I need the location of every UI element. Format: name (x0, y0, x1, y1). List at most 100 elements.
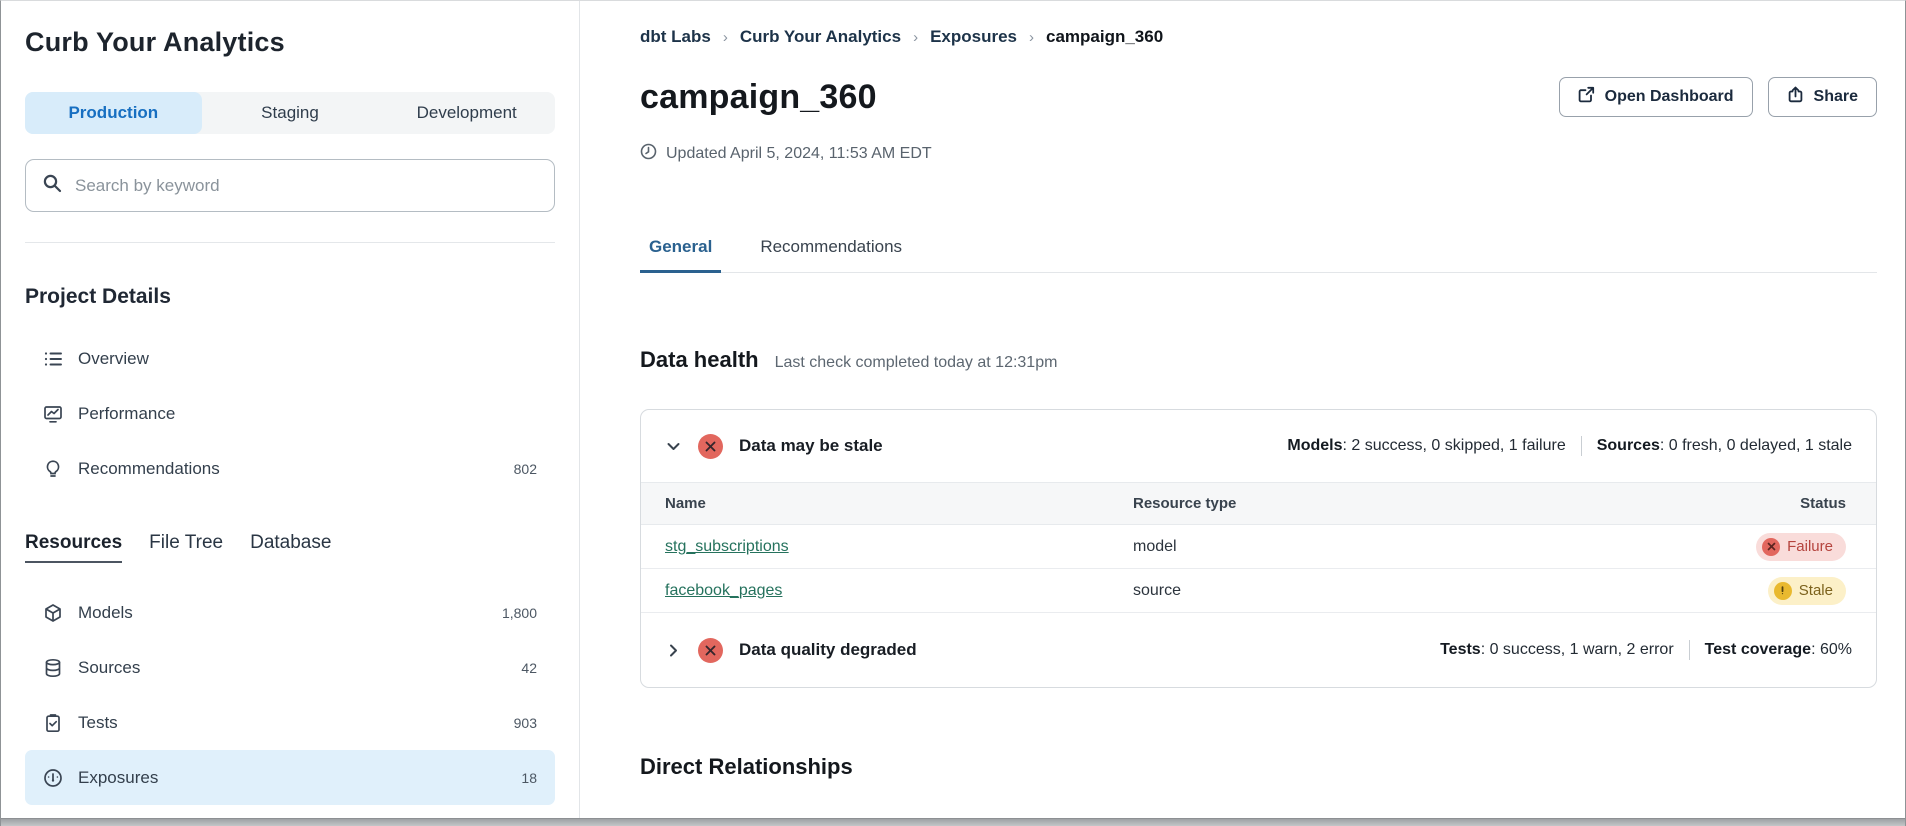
table-row: facebook_pages source Stale (641, 569, 1876, 613)
env-tab-staging[interactable]: Staging (202, 92, 379, 134)
summary-divider (1581, 436, 1582, 456)
env-tab-production[interactable]: Production (25, 92, 202, 134)
resource-link-stg-subscriptions[interactable]: stg_subscriptions (665, 538, 789, 555)
stale-resources-table: Name Resource type Status stg_subscripti… (641, 482, 1876, 613)
sidebar-divider (25, 242, 555, 243)
chevron-right-icon[interactable] (665, 642, 682, 659)
external-link-icon (1578, 86, 1595, 108)
status-label: Failure (1787, 538, 1833, 555)
database-icon (43, 658, 63, 678)
data-health-heading: Data health (640, 347, 759, 373)
breadcrumb: dbt Labs › Curb Your Analytics › Exposur… (640, 27, 1877, 47)
status-label: Stale (1799, 582, 1833, 599)
open-dashboard-button[interactable]: Open Dashboard (1559, 77, 1753, 117)
page-tabs: General Recommendations (640, 237, 1877, 273)
page-title: campaign_360 (640, 78, 877, 117)
tab-recommendations[interactable]: Recommendations (751, 237, 911, 273)
error-dot-icon (1762, 538, 1780, 556)
summary-divider (1689, 640, 1690, 660)
sidebar-item-label: Performance (78, 404, 175, 424)
sidebar-item-label: Models (78, 603, 133, 623)
error-status-icon (698, 434, 723, 459)
error-status-icon (698, 638, 723, 663)
column-header-status: Status (1668, 495, 1876, 512)
clock-icon (640, 143, 657, 165)
warning-dot-icon (1774, 582, 1792, 600)
breadcrumb-separator: › (723, 29, 728, 46)
stale-group-summary: Models: 2 success, 0 skipped, 1 failure … (1287, 436, 1852, 456)
resource-view-tabs: Resources File Tree Database (25, 532, 555, 563)
status-badge-failure: Failure (1756, 533, 1846, 561)
breadcrumb-project[interactable]: Curb Your Analytics (740, 27, 901, 47)
last-check-text: Last check completed today at 12:31pm (775, 354, 1058, 372)
tab-resources[interactable]: Resources (25, 532, 122, 563)
sidebar-item-label: Tests (78, 713, 118, 733)
environment-tabs: Production Staging Development (25, 92, 555, 134)
search-icon (42, 173, 62, 198)
column-header-resource-type: Resource type (1109, 495, 1668, 512)
lightbulb-icon (43, 459, 63, 479)
tab-file-tree[interactable]: File Tree (149, 532, 223, 563)
list-icon (43, 349, 63, 369)
item-count: 1,800 (502, 605, 537, 621)
breadcrumb-dbt-labs[interactable]: dbt Labs (640, 27, 711, 47)
search-input[interactable] (75, 176, 538, 196)
app-window: Curb Your Analytics Production Staging D… (0, 0, 1906, 826)
window-bottom-edge (1, 818, 1905, 826)
tests-summary-value: : 0 success, 1 warn, 2 error (1481, 641, 1674, 658)
search-box[interactable] (25, 159, 555, 212)
sidebar-item-sources[interactable]: Sources 42 (25, 640, 555, 695)
open-dashboard-label: Open Dashboard (1605, 88, 1734, 106)
quality-group-header[interactable]: Data quality degraded Tests: 0 success, … (641, 613, 1876, 687)
share-icon (1787, 86, 1804, 108)
tests-summary-label: Tests (1440, 641, 1481, 658)
performance-icon (43, 404, 63, 424)
sidebar-item-exposures[interactable]: Exposures 18 (25, 750, 555, 805)
item-count: 802 (514, 461, 537, 477)
tab-general[interactable]: General (640, 237, 721, 273)
resource-link-facebook-pages[interactable]: facebook_pages (665, 582, 782, 599)
quality-group-title: Data quality degraded (739, 640, 917, 660)
sources-summary-value: : 0 fresh, 0 delayed, 1 stale (1660, 437, 1852, 454)
table-header-row: Name Resource type Status (641, 483, 1876, 525)
models-summary-value: : 2 success, 0 skipped, 1 failure (1343, 437, 1566, 454)
sidebar-item-overview[interactable]: Overview (25, 331, 555, 386)
sidebar-item-label: Overview (78, 349, 149, 369)
updated-row: Updated April 5, 2024, 11:53 AM EDT (640, 143, 1877, 165)
breadcrumb-current: campaign_360 (1046, 27, 1163, 47)
item-count: 42 (521, 660, 537, 676)
item-count: 18 (521, 770, 537, 786)
sidebar-item-label: Exposures (78, 768, 158, 788)
coverage-summary-value: : 60% (1811, 641, 1852, 658)
direct-relationships-heading: Direct Relationships (640, 754, 1877, 780)
sidebar-item-label: Sources (78, 658, 140, 678)
chevron-down-icon[interactable] (665, 438, 682, 455)
data-health-card: Data may be stale Models: 2 success, 0 s… (640, 409, 1877, 688)
table-row: stg_subscriptions model Failure (641, 525, 1876, 569)
tab-database[interactable]: Database (250, 532, 331, 563)
project-title: Curb Your Analytics (25, 27, 555, 58)
sidebar-item-label: Recommendations (78, 459, 220, 479)
sidebar-item-models[interactable]: Models 1,800 (25, 585, 555, 640)
updated-text: Updated April 5, 2024, 11:53 AM EDT (666, 145, 932, 163)
breadcrumb-exposures[interactable]: Exposures (930, 27, 1017, 47)
breadcrumb-separator: › (913, 29, 918, 46)
share-button[interactable]: Share (1768, 77, 1877, 117)
sidebar: Curb Your Analytics Production Staging D… (1, 1, 580, 818)
item-count: 903 (514, 715, 537, 731)
clipboard-check-icon (43, 713, 63, 733)
coverage-summary-label: Test coverage (1705, 641, 1811, 658)
breadcrumb-separator: › (1029, 29, 1034, 46)
project-details-heading: Project Details (25, 285, 555, 309)
sidebar-item-tests[interactable]: Tests 903 (25, 695, 555, 750)
column-header-name: Name (641, 495, 1109, 512)
env-tab-development[interactable]: Development (378, 92, 555, 134)
share-label: Share (1814, 88, 1858, 106)
models-summary-label: Models (1287, 437, 1342, 454)
sidebar-item-performance[interactable]: Performance (25, 386, 555, 441)
sidebar-item-recommendations[interactable]: Recommendations 802 (25, 441, 555, 496)
resource-type: source (1109, 582, 1668, 600)
stale-group-header[interactable]: Data may be stale Models: 2 success, 0 s… (641, 410, 1876, 482)
main-content: dbt Labs › Curb Your Analytics › Exposur… (580, 1, 1905, 818)
project-details-list: Overview Performance Recommendations 802 (25, 331, 555, 496)
